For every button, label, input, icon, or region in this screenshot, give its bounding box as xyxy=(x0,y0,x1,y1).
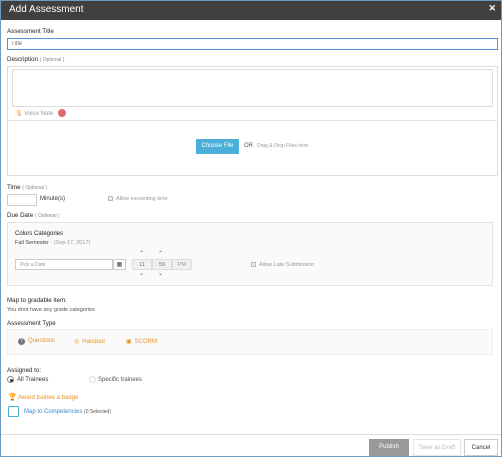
microphone-icon: 🎙 xyxy=(15,111,23,117)
minute-up-icon[interactable]: ⌃ xyxy=(158,250,163,257)
divider xyxy=(7,120,498,121)
upload-or: OR xyxy=(244,143,253,149)
voice-note[interactable]: 🎙 Voice Note xyxy=(15,110,53,117)
handout-icon: ◎ xyxy=(74,339,80,345)
competencies-icon xyxy=(8,406,19,417)
time-label: Time ( Optional ) xyxy=(7,184,47,191)
award-badge-link[interactable]: Award trainee a badge xyxy=(18,395,78,401)
time-unit: Minute(s) xyxy=(40,196,66,202)
date-input[interactable]: Pick a Date xyxy=(15,259,113,270)
title-input[interactable] xyxy=(7,38,498,50)
hour-down-icon[interactable]: ⌄ xyxy=(139,270,144,277)
due-date-label: Due Date ( Optional ) xyxy=(7,212,60,219)
category-title: Colors Categories xyxy=(15,231,64,237)
all-trainees-label: All Trainees xyxy=(17,377,49,383)
time-input[interactable] xyxy=(7,194,37,206)
question-icon: ? xyxy=(18,338,25,345)
dialog-title: Add Assessment xyxy=(9,4,84,15)
cancel-button[interactable]: Cancel xyxy=(464,439,498,456)
type-questions[interactable]: ? Questions xyxy=(18,338,55,345)
map-competencies-link[interactable]: Map to Competencies xyxy=(24,409,82,415)
late-submission-checkbox[interactable]: Allow Late Submission xyxy=(251,262,314,268)
close-icon[interactable]: ✕ xyxy=(488,3,496,14)
due-date-panel xyxy=(7,222,493,286)
checkbox-icon xyxy=(108,196,113,202)
publish-button[interactable]: Publish xyxy=(369,439,409,456)
gradable-note: You dont have any grade categories xyxy=(7,307,95,313)
assigned-label: Assigned to: xyxy=(7,367,42,374)
type-handout[interactable]: ◎ Handout xyxy=(74,338,105,345)
minute-down-icon[interactable]: ⌄ xyxy=(158,270,163,277)
choose-file-button[interactable]: Choose File xyxy=(196,139,239,154)
hour-up-icon[interactable]: ⌃ xyxy=(139,250,144,257)
assessment-type-label: Assessment Type xyxy=(7,320,56,327)
ampm-toggle[interactable]: PM xyxy=(172,259,192,270)
dialog-footer: Publish Save as Draft Cancel xyxy=(1,434,501,456)
checkbox-icon xyxy=(251,262,256,268)
minute-input[interactable]: 59 xyxy=(152,259,172,270)
trophy-icon: 🏆 xyxy=(8,394,17,401)
scorm-icon: ▣ xyxy=(126,339,132,345)
title-label: Assessment Title xyxy=(7,28,54,35)
allow-exceeding-checkbox[interactable]: Allow exceeding time xyxy=(108,196,168,202)
competencies: Map to Competencies (0 Selected) xyxy=(24,409,112,415)
calendar-icon[interactable]: ▦ xyxy=(113,259,126,270)
drop-hint: Drag & Drop Files here xyxy=(257,143,309,149)
radio-all-trainees[interactable] xyxy=(7,376,14,383)
gradable-label: Map to gradable item: xyxy=(7,297,67,304)
radio-specific-trainees[interactable] xyxy=(89,376,96,383)
type-scorm[interactable]: ▣ SCORM xyxy=(126,338,157,345)
description-label: Description ( Optional ) xyxy=(7,56,65,63)
record-icon[interactable] xyxy=(58,109,66,117)
save-draft-button[interactable]: Save as Draft xyxy=(413,439,461,456)
description-textarea[interactable] xyxy=(12,69,493,107)
semester: Fall Semester - (Sep 17, 2017) xyxy=(15,240,91,246)
hour-input[interactable]: 11 xyxy=(132,259,152,270)
dialog-titlebar: Add Assessment ✕ xyxy=(1,1,501,20)
specific-trainees-label: Specific trainees xyxy=(98,377,143,383)
